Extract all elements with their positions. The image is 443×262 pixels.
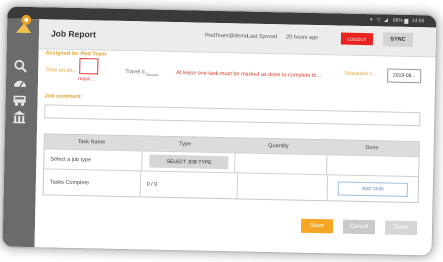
battery-icon	[404, 18, 409, 24]
logo-icon	[16, 14, 32, 34]
type-cell: SELECT JOB TYPE	[141, 151, 235, 173]
column-header-quantity: Quantity	[268, 143, 289, 150]
last-synced-time: 20 hours ago	[285, 34, 319, 42]
task-name-cell: Select a job type	[50, 155, 92, 163]
logout-button[interactable]: LOGOUT	[340, 32, 374, 46]
tasks-complete-count: 0 / 0	[139, 171, 237, 199]
column-header-type: Type	[178, 141, 191, 148]
job-comment-label: Job comment:	[44, 93, 83, 101]
add-task-button[interactable]: ADD TASK	[337, 180, 409, 197]
job-comment-field[interactable]	[44, 104, 421, 127]
sync-button[interactable]: SYNC	[382, 32, 414, 48]
assigned-to: Assigned to: Red Team	[45, 50, 107, 58]
clock: 14:55	[411, 18, 425, 25]
quantity-cell	[233, 153, 327, 175]
task-warning: At lease one task must be marked as done…	[176, 70, 322, 80]
status-icons: ✶ ▽ ◢	[369, 17, 389, 24]
building-icon[interactable]	[12, 110, 26, 124]
done-button[interactable]: Done	[384, 220, 418, 236]
user-name: RedTeam@demo	[204, 32, 248, 40]
column-header-task-name: Task Name	[77, 139, 106, 146]
sidebar	[2, 18, 40, 248]
truck-icon[interactable]	[12, 93, 26, 107]
scheduled-start-label: Scheduled s...	[344, 70, 376, 78]
task-table: Task Name Type Quantity Done Select a jo…	[42, 133, 420, 204]
cancel-button[interactable]: Cancel	[342, 219, 376, 235]
dashboard-icon[interactable]	[13, 76, 27, 90]
battery-level: 96%	[392, 17, 403, 24]
time-on-site-field[interactable]	[79, 58, 99, 75]
select-job-type-button[interactable]: SELECT JOB TYPE	[149, 154, 229, 170]
search-icon[interactable]	[13, 59, 27, 73]
save-button[interactable]: Save	[300, 218, 334, 234]
page-title: Job Report	[50, 28, 96, 40]
column-header-done: Done	[365, 145, 379, 152]
tasks-complete-label: Tasks Complete	[49, 178, 90, 186]
app-window: ✶ ▽ ◢ 96% 14:55 Job Report RedTeam@demo …	[2, 6, 437, 256]
travel-time-field[interactable]	[146, 74, 159, 76]
job-report-form: Assigned to: Red Team Time on sit... req…	[34, 49, 436, 256]
scheduled-start-field[interactable]: 2019-08...	[387, 68, 422, 84]
required-error: requir...	[77, 76, 95, 83]
done-cell	[325, 155, 419, 177]
quantity-cell	[236, 173, 328, 201]
time-on-site-label: Time on sit...	[45, 67, 77, 74]
last-synced-label: Last Synced	[246, 33, 278, 41]
done-cell: ADD TASK	[326, 175, 419, 203]
